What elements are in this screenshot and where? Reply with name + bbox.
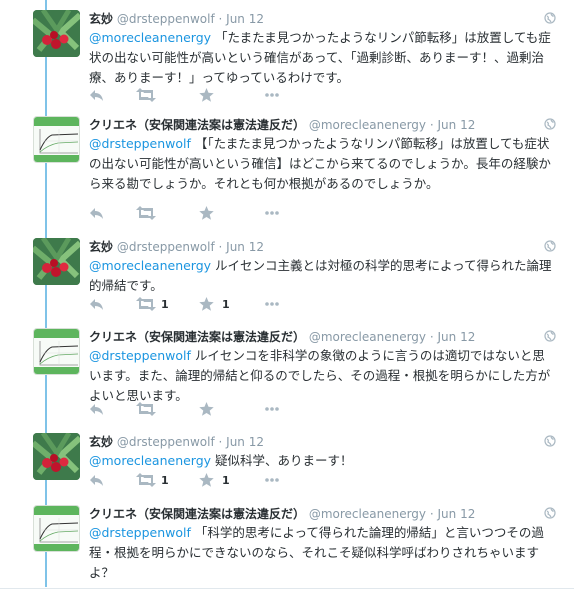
- separator: ·: [218, 435, 223, 449]
- tweet-body: 疑似科学、ありまーす！: [211, 453, 353, 468]
- more-icon[interactable]: [264, 88, 280, 104]
- retweet-icon[interactable]: [136, 402, 156, 418]
- avatar[interactable]: [33, 328, 80, 375]
- reply-icon[interactable]: [89, 402, 104, 418]
- mention-link[interactable]: @morecleanenergy: [89, 258, 211, 273]
- user-handle[interactable]: @drsteppenwolf: [117, 435, 215, 449]
- user-handle[interactable]: @morecleanenergy: [309, 118, 426, 132]
- favorite-icon[interactable]: [199, 206, 214, 222]
- avatar[interactable]: [33, 505, 80, 552]
- tweet-text: @morecleanenergy ルイセンコ主義とは対極の科学的思考によって得ら…: [89, 256, 557, 296]
- avatar[interactable]: [33, 10, 80, 57]
- avatar[interactable]: [33, 238, 80, 285]
- tweet-header: クリエネ（安保関連法案は憲法違反だ） @morecleanenergy · Ju…: [89, 505, 564, 523]
- favorite-icon[interactable]: [199, 88, 214, 104]
- separator: ·: [218, 240, 223, 254]
- tweet-text: @drsteppenwolf ルイセンコを非科学の象徴のように言うのは適切ではな…: [89, 346, 557, 406]
- retweet-icon[interactable]: [136, 473, 156, 489]
- timestamp[interactable]: Jun 12: [438, 507, 476, 521]
- more-icon[interactable]: [264, 297, 280, 313]
- tweet-text: @morecleanenergy 疑似科学、ありまーす！: [89, 451, 557, 471]
- tweet-text: @drsteppenwolf 【「たまたま見つかったようなリンパ節転移」は放置し…: [89, 134, 557, 194]
- tweet[interactable]: 玄妙 @drsteppenwolf · Jun 12 @morecleanene…: [0, 238, 574, 318]
- tweet-header: 玄妙 @drsteppenwolf · Jun 12: [89, 10, 564, 28]
- user-handle[interactable]: @morecleanenergy: [309, 330, 426, 344]
- reply-icon[interactable]: [89, 473, 104, 489]
- tweet[interactable]: クリエネ（安保関連法案は憲法違反だ） @morecleanenergy · Ju…: [0, 328, 574, 423]
- tweet[interactable]: クリエネ（安保関連法案は憲法違反だ） @morecleanenergy · Ju…: [0, 505, 574, 587]
- separator: ·: [429, 330, 434, 344]
- reply-icon[interactable]: [89, 297, 104, 313]
- favorite-count: 1: [222, 474, 230, 487]
- more-icon[interactable]: [264, 206, 280, 222]
- user-handle[interactable]: @drsteppenwolf: [117, 240, 215, 254]
- globe-icon: [544, 435, 556, 447]
- timestamp[interactable]: Jun 12: [438, 118, 476, 132]
- favorite-count: 1: [222, 298, 230, 311]
- divider: [0, 588, 574, 589]
- retweet-icon[interactable]: [136, 206, 156, 222]
- display-name[interactable]: クリエネ（安保関連法案は憲法違反だ）: [89, 507, 305, 521]
- timestamp[interactable]: Jun 12: [226, 435, 264, 449]
- tweet[interactable]: 玄妙 @drsteppenwolf · Jun 12 @morecleanene…: [0, 433, 574, 498]
- globe-icon: [544, 507, 556, 519]
- globe-icon: [544, 330, 556, 342]
- timestamp[interactable]: Jun 12: [438, 330, 476, 344]
- globe-icon: [544, 118, 556, 130]
- mention-link[interactable]: @morecleanenergy: [89, 30, 211, 45]
- tweet-header: 玄妙 @drsteppenwolf · Jun 12: [89, 433, 564, 451]
- retweet-count: 1: [161, 474, 169, 487]
- avatar[interactable]: [33, 116, 80, 163]
- retweet-icon[interactable]: [136, 88, 156, 104]
- user-handle[interactable]: @morecleanenergy: [309, 507, 426, 521]
- tweet-text: @drsteppenwolf 「科学的思考によって得られた論理的帰結」と言いつつ…: [89, 523, 557, 583]
- globe-icon: [544, 240, 556, 252]
- more-icon[interactable]: [264, 402, 280, 418]
- separator: ·: [429, 118, 434, 132]
- tweet-header: クリエネ（安保関連法案は憲法違反だ） @morecleanenergy · Ju…: [89, 116, 564, 134]
- mention-link[interactable]: @drsteppenwolf: [89, 525, 191, 540]
- user-handle[interactable]: @drsteppenwolf: [117, 12, 215, 26]
- tweet[interactable]: 玄妙 @drsteppenwolf · Jun 12 @morecleanene…: [0, 10, 574, 105]
- favorite-icon[interactable]: [199, 402, 214, 418]
- retweet-icon[interactable]: [136, 297, 156, 313]
- favorite-icon[interactable]: [199, 473, 214, 489]
- mention-link[interactable]: @drsteppenwolf: [89, 348, 191, 363]
- reply-icon[interactable]: [89, 88, 104, 104]
- favorite-icon[interactable]: [199, 297, 214, 313]
- tweet-header: 玄妙 @drsteppenwolf · Jun 12: [89, 238, 564, 256]
- display-name[interactable]: 玄妙: [89, 12, 113, 26]
- retweet-count: 1: [161, 298, 169, 311]
- tweet[interactable]: クリエネ（安保関連法案は憲法違反だ） @morecleanenergy · Ju…: [0, 116, 574, 226]
- globe-icon: [544, 12, 556, 24]
- timestamp[interactable]: Jun 12: [226, 12, 264, 26]
- tweet-header: クリエネ（安保関連法案は憲法違反だ） @morecleanenergy · Ju…: [89, 328, 564, 346]
- avatar[interactable]: [33, 433, 80, 480]
- display-name[interactable]: クリエネ（安保関連法案は憲法違反だ）: [89, 118, 305, 132]
- display-name[interactable]: クリエネ（安保関連法案は憲法違反だ）: [89, 330, 305, 344]
- display-name[interactable]: 玄妙: [89, 435, 113, 449]
- reply-icon[interactable]: [89, 206, 104, 222]
- timestamp[interactable]: Jun 12: [226, 240, 264, 254]
- tweet-text: @morecleanenergy 「たまたま見つかったようなリンパ節転移」は放置…: [89, 28, 557, 88]
- more-icon[interactable]: [264, 473, 280, 489]
- mention-link[interactable]: @drsteppenwolf: [89, 136, 191, 151]
- separator: ·: [429, 507, 434, 521]
- separator: ·: [218, 12, 223, 26]
- display-name[interactable]: 玄妙: [89, 240, 113, 254]
- mention-link[interactable]: @morecleanenergy: [89, 453, 211, 468]
